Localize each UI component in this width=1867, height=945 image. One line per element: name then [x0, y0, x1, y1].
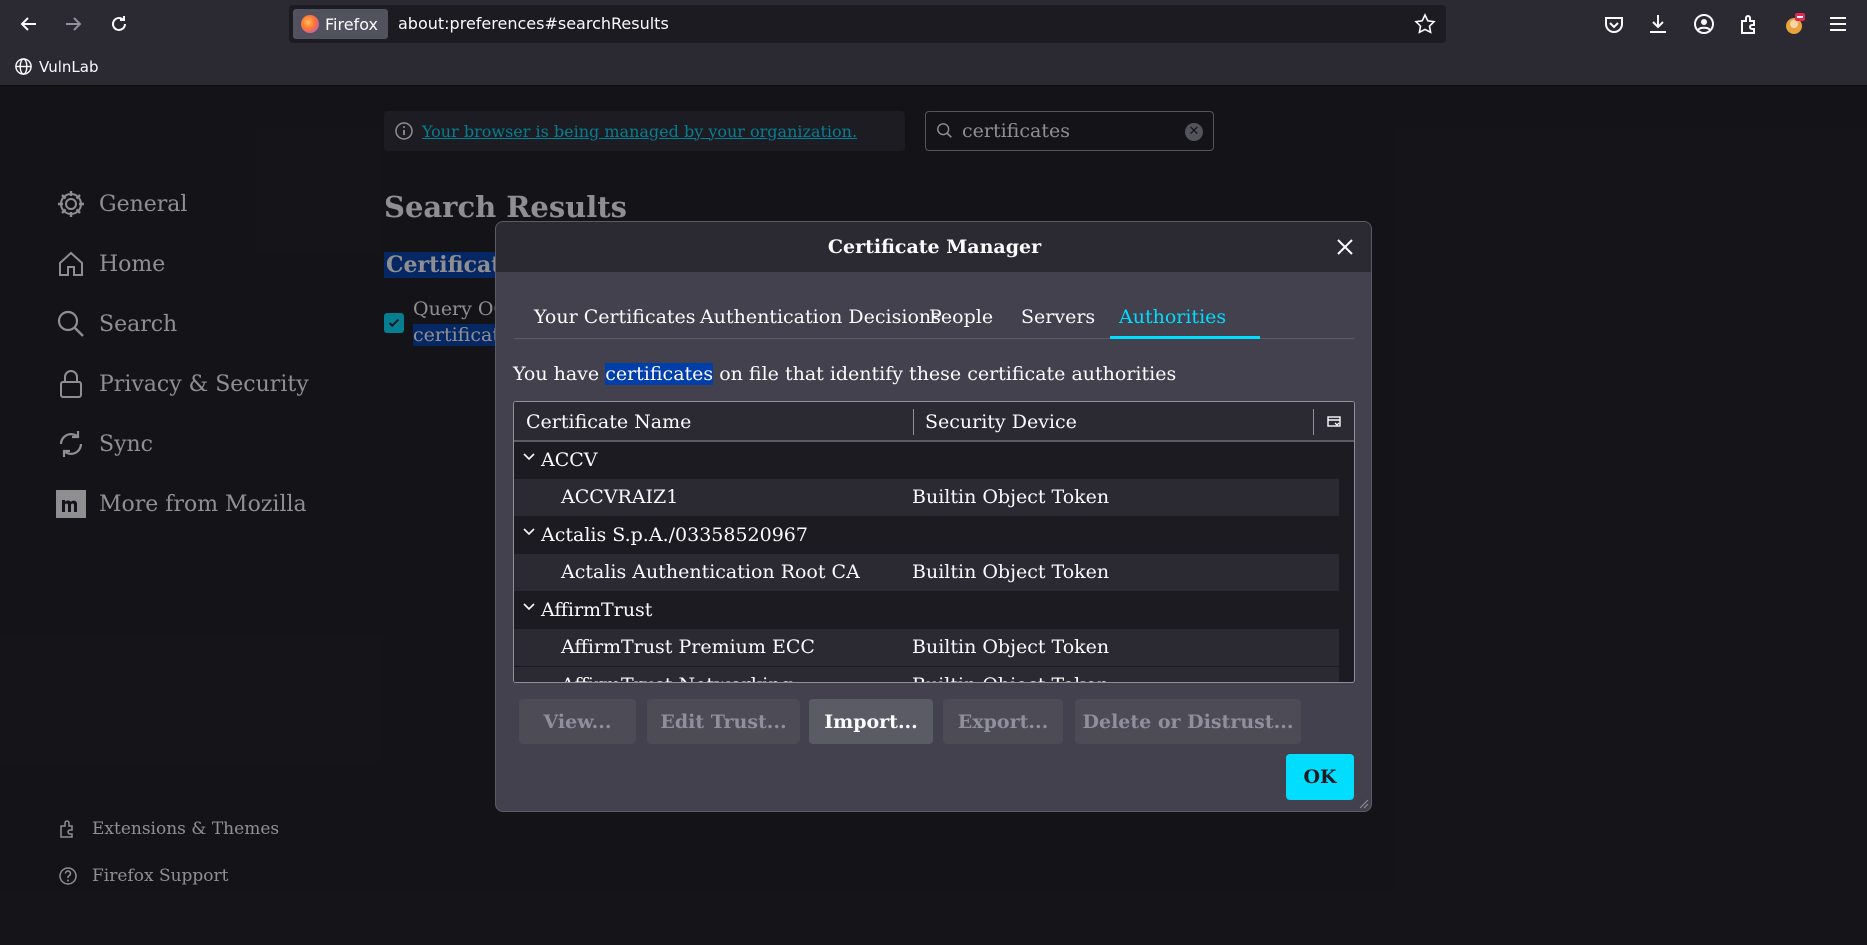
url-text[interactable]: about:preferences#searchResults: [398, 14, 669, 33]
url-bar[interactable]: Firefox about:preferences#searchResults: [289, 5, 1446, 43]
downloads-icon[interactable]: [1646, 12, 1670, 36]
menu-icon[interactable]: [1826, 12, 1850, 36]
column-certificate-name[interactable]: Certificate Name: [526, 411, 691, 433]
back-button[interactable]: [13, 8, 45, 40]
reload-icon: [112, 16, 126, 31]
identity-box[interactable]: Firefox: [293, 9, 388, 39]
firefox-logo-icon: [301, 15, 319, 33]
bookmark-star-icon[interactable]: [1414, 13, 1436, 35]
column-splitter[interactable]: [913, 409, 914, 435]
cert-name: Actalis Authentication Root CA: [561, 561, 860, 583]
cert-name: ACCVRAIZ1: [561, 486, 679, 508]
profile-avatar-icon[interactable]: [1782, 12, 1806, 36]
tab-authentication-decisions[interactable]: Authentication Decisions: [700, 294, 941, 339]
button-label: View...: [543, 710, 612, 733]
forward-arrow-icon: [66, 17, 82, 31]
import-button[interactable]: Import...: [809, 699, 933, 744]
tree-group-row[interactable]: Actalis S.p.A./03358520967: [514, 517, 1339, 554]
authorities-description: You have certificates on file that ident…: [513, 363, 1176, 385]
certificate-tabs: Your Certificates Authentication Decisio…: [514, 294, 1354, 339]
tree-cert-row[interactable]: Actalis Authentication Root CA Builtin O…: [514, 554, 1339, 591]
column-picker-icon[interactable]: [1326, 414, 1342, 430]
tree-cert-row[interactable]: ACCVRAIZ1 Builtin Object Token: [514, 479, 1339, 516]
back-arrow-icon: [20, 17, 36, 31]
bookmark-item[interactable]: VulnLab: [14, 57, 99, 76]
group-name: ACCV: [541, 449, 598, 471]
resize-grip-icon[interactable]: [1359, 799, 1369, 809]
description-highlight: certificates: [605, 363, 714, 385]
description-text: on file that identify these certificate …: [713, 363, 1177, 385]
group-name: Actalis S.p.A./03358520967: [541, 524, 808, 546]
tree-header: Certificate Name Security Device: [514, 402, 1354, 442]
button-label: Import...: [824, 710, 918, 733]
ok-button[interactable]: OK: [1286, 754, 1354, 800]
column-security-device[interactable]: Security Device: [925, 411, 1077, 433]
chevron-down-icon[interactable]: [522, 600, 536, 614]
tree-group-row[interactable]: ACCV: [514, 442, 1339, 479]
cert-device: Builtin Object Token: [912, 636, 1110, 658]
cert-device: Builtin Object Token: [912, 674, 1109, 682]
certificate-manager-dialog: Certificate Manager Your Certificates Au…: [495, 221, 1372, 812]
bookmark-label: VulnLab: [39, 57, 99, 76]
tree-cert-row[interactable]: AffirmTrust Networking Builtin Object To…: [514, 667, 1339, 682]
tab-servers[interactable]: Servers: [1021, 294, 1095, 339]
forward-button[interactable]: [57, 8, 89, 40]
active-tab-indicator: [1110, 336, 1260, 339]
reload-button[interactable]: [103, 8, 135, 40]
certificate-tree[interactable]: Certificate Name Security Device ACCV AC…: [513, 401, 1355, 683]
account-icon[interactable]: [1692, 12, 1716, 36]
cert-name: AffirmTrust Networking: [561, 674, 793, 682]
identity-label: Firefox: [325, 14, 378, 34]
edit-trust-button[interactable]: Edit Trust...: [647, 699, 800, 744]
tab-your-certificates[interactable]: Your Certificates: [534, 294, 696, 339]
tab-authorities[interactable]: Authorities: [1119, 294, 1226, 339]
globe-icon: [15, 58, 32, 75]
tree-cert-row[interactable]: AffirmTrust Premium ECC Builtin Object T…: [514, 629, 1339, 666]
cert-device: Builtin Object Token: [912, 486, 1110, 508]
button-label: Export...: [957, 710, 1049, 733]
extensions-icon[interactable]: [1737, 12, 1761, 36]
button-label: Edit Trust...: [660, 710, 787, 733]
dialog-title: Certificate Manager: [827, 236, 1042, 258]
chevron-down-icon[interactable]: [522, 525, 536, 539]
column-splitter[interactable]: [1313, 409, 1314, 435]
export-button[interactable]: Export...: [943, 699, 1063, 744]
tab-people[interactable]: People: [929, 294, 993, 339]
description-text: You have: [513, 363, 606, 385]
view-button[interactable]: View...: [519, 699, 636, 744]
pocket-icon[interactable]: [1602, 12, 1626, 36]
button-label: Delete or Distrust...: [1082, 710, 1294, 733]
group-name: AffirmTrust: [541, 599, 653, 621]
delete-or-distrust-button[interactable]: Delete or Distrust...: [1075, 699, 1301, 744]
browser-toolbar: Firefox about:preferences#searchResults: [0, 0, 1867, 48]
chevron-down-icon[interactable]: [522, 450, 536, 464]
tree-group-row[interactable]: AffirmTrust: [514, 592, 1339, 629]
close-icon[interactable]: [1333, 235, 1357, 259]
cert-name: AffirmTrust Premium ECC: [561, 636, 815, 658]
cert-device: Builtin Object Token: [912, 561, 1110, 583]
bookmarks-bar: [0, 48, 1867, 86]
